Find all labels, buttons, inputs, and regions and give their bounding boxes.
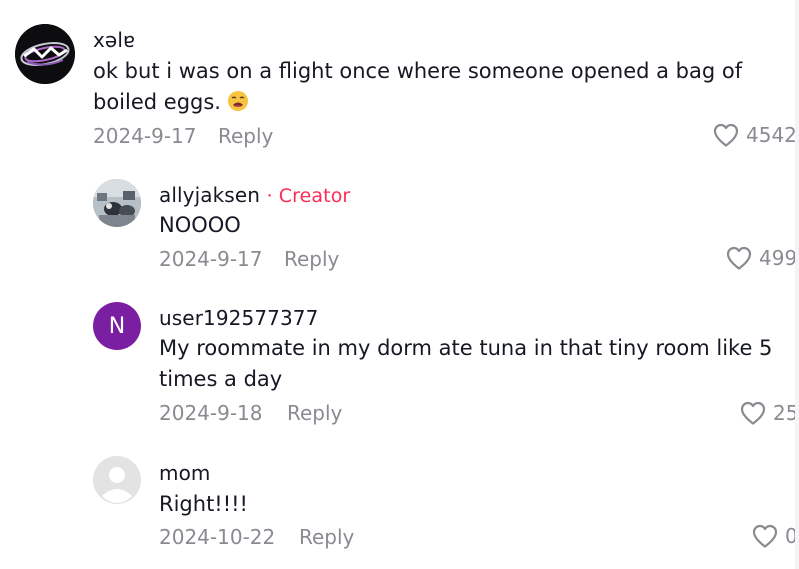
default-avatar-icon bbox=[93, 456, 141, 504]
weary-face-emoji-icon bbox=[227, 90, 249, 112]
reply-text: NOOOO bbox=[159, 213, 241, 237]
reply-date: 2024-9-18 bbox=[159, 401, 263, 425]
reply-username[interactable]: user192577377 bbox=[159, 306, 318, 330]
reply-username-text[interactable]: allyjaksen bbox=[159, 183, 260, 207]
comment-username[interactable]: xəlɐ bbox=[93, 28, 135, 52]
heart-outline-icon bbox=[726, 246, 752, 270]
reply-text: My roommate in my dorm ate tuna in that … bbox=[159, 336, 773, 391]
avatar[interactable] bbox=[93, 456, 141, 504]
like-count: 4542 bbox=[746, 123, 797, 147]
reply-button[interactable]: Reply bbox=[284, 247, 339, 271]
scrollbar[interactable] bbox=[795, 0, 799, 569]
heart-outline-icon bbox=[740, 401, 766, 425]
avatar[interactable] bbox=[15, 24, 75, 84]
reply-username: allyjaksen · Creator bbox=[159, 183, 350, 207]
reply-button[interactable]: Reply bbox=[218, 124, 273, 148]
reply-text: Right!!!! bbox=[159, 492, 248, 516]
heart-outline-icon bbox=[752, 524, 778, 548]
like-button[interactable]: 0 bbox=[751, 523, 798, 549]
like-button[interactable]: 4542 bbox=[712, 122, 797, 148]
comment-date: 2024-9-17 bbox=[93, 124, 197, 148]
heart-outline-icon bbox=[713, 123, 739, 147]
reply-username[interactable]: mom bbox=[159, 461, 211, 485]
creator-badge: · Creator bbox=[266, 185, 351, 207]
comment-text-body: ok but i was on a flight once where some… bbox=[93, 59, 743, 114]
logo-avatar-icon bbox=[15, 24, 75, 84]
photo-avatar-icon bbox=[93, 179, 141, 227]
avatar[interactable]: N bbox=[93, 302, 141, 350]
reply-button[interactable]: Reply bbox=[299, 525, 354, 549]
like-count: 499 bbox=[759, 246, 798, 270]
like-button[interactable]: 25 bbox=[739, 400, 798, 426]
reply-date: 2024-9-17 bbox=[159, 247, 263, 271]
avatar-letter: N bbox=[108, 313, 126, 339]
reply-button[interactable]: Reply bbox=[287, 401, 342, 425]
avatar[interactable] bbox=[93, 179, 141, 227]
like-button[interactable]: 499 bbox=[725, 245, 797, 271]
reply-date: 2024-10-22 bbox=[159, 525, 276, 549]
comment-text: ok but i was on a flight once where some… bbox=[93, 56, 783, 118]
